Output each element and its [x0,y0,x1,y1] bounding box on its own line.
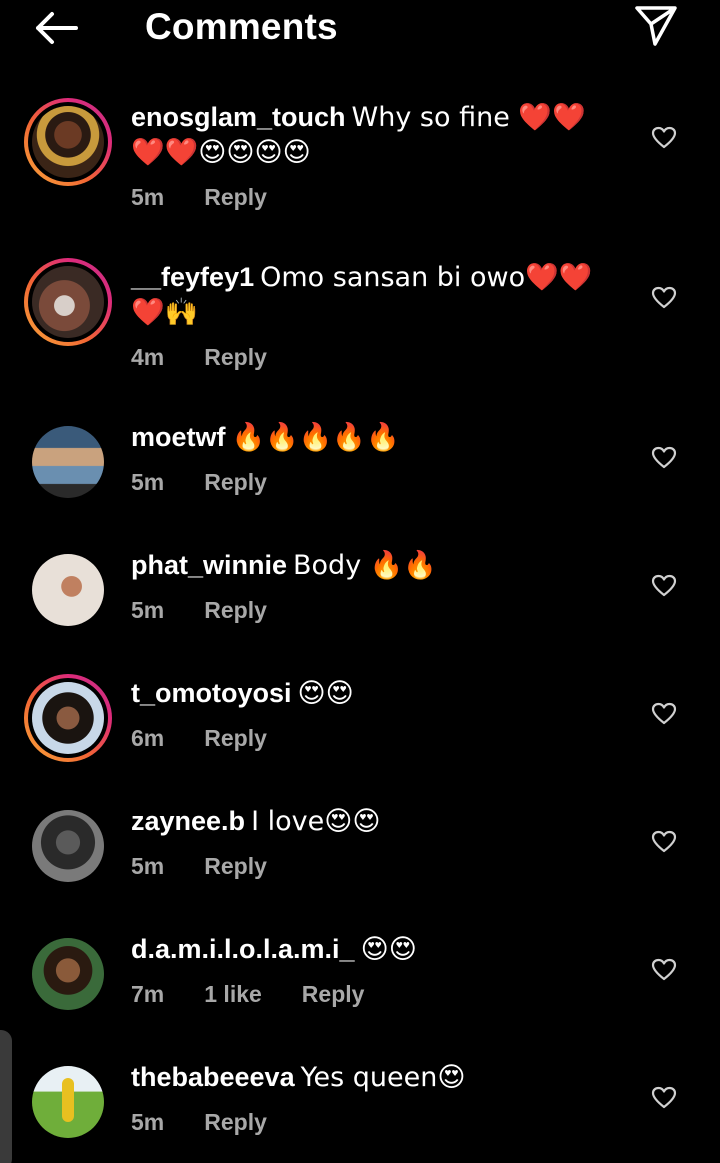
avatar [32,266,104,338]
comment-text: t_omotoyosi 😍😍 [131,676,611,711]
heart-outline-icon [651,574,677,597]
comment-meta: 5m Reply [131,1109,611,1136]
comment-text: thebabeeeva Yes queen😍 [131,1060,611,1095]
back-button[interactable] [28,6,84,50]
avatar [32,682,104,754]
avatar [32,106,104,178]
heart-outline-icon [651,830,677,853]
comment-time: 7m [131,981,165,1007]
comment-meta: 5m Reply [131,853,611,880]
heart-outline-icon [651,958,677,981]
comment-time: 5m [131,184,165,210]
comment-meta: 6m Reply [131,725,611,752]
reply-button[interactable]: Reply [204,184,267,211]
edge-swipe-handle[interactable] [0,1030,12,1163]
like-button[interactable] [648,442,680,474]
heart-outline-icon [651,126,677,149]
avatar-wrapper[interactable] [24,1058,112,1146]
comment-time: 5m [131,1109,165,1135]
comment-time: 5m [131,853,165,879]
share-button[interactable] [628,2,684,50]
avatar [32,810,104,882]
comment-message: 😍😍 [297,678,354,709]
comment-message: Yes queen😍 [300,1062,466,1093]
comment-meta: 4m Reply [131,344,611,371]
comment-username[interactable]: enosglam_touch [131,102,346,132]
page-title: Comments [145,6,338,47]
comment-username[interactable]: zaynee.b [131,806,245,836]
reply-button[interactable]: Reply [204,1109,267,1136]
reply-button[interactable]: Reply [204,344,267,371]
comment-text: d.a.m.i.l.o.l.a.m.i_ 😍😍 [131,932,611,967]
comment-username[interactable]: d.a.m.i.l.o.l.a.m.i_ [131,934,355,964]
comment-message: Body 🔥🔥 [293,550,437,581]
like-button[interactable] [648,1082,680,1114]
heart-outline-icon [651,286,677,309]
avatar-wrapper[interactable] [24,930,112,1018]
avatar-wrapper[interactable] [24,802,112,890]
comment-text: moetwf 🔥🔥🔥🔥🔥 [131,420,611,455]
like-button[interactable] [648,122,680,154]
comment-time: 5m [131,469,165,495]
avatar [32,426,104,498]
comment-message: 😍😍 [360,934,417,965]
comment-username[interactable]: phat_winnie [131,550,287,580]
comment-text: __feyfey1 Omo sansan bi owo❤️❤️❤️🙌 [131,260,611,330]
arrow-left-icon [36,12,78,44]
avatar-story-ring[interactable] [24,98,112,186]
avatar [32,554,104,626]
comment-username[interactable]: t_omotoyosi [131,678,292,708]
reply-button[interactable]: Reply [204,597,267,624]
comment-text: enosglam_touch Why so fine ❤️❤️❤️❤️😍😍😍😍 [131,100,611,170]
avatar-wrapper[interactable] [24,418,112,506]
like-button[interactable] [648,570,680,602]
comment-time: 5m [131,597,165,623]
reply-button[interactable]: Reply [204,853,267,880]
avatar [32,1066,104,1138]
avatar-wrapper[interactable] [24,546,112,634]
paper-plane-icon [635,6,677,46]
reply-button[interactable]: Reply [204,469,267,496]
reply-button[interactable]: Reply [302,981,365,1008]
like-button[interactable] [648,282,680,314]
avatar [32,938,104,1010]
heart-outline-icon [651,1086,677,1109]
like-button[interactable] [648,698,680,730]
comment-like-count[interactable]: 1 like [204,981,262,1008]
comment-username[interactable]: thebabeeeva [131,1062,295,1092]
comment-time: 6m [131,725,165,751]
comment-meta: 5m Reply [131,469,611,496]
comment-message: I love😍😍 [251,806,381,837]
comment-meta: 5m Reply [131,597,611,624]
comment-message: 🔥🔥🔥🔥🔥 [231,422,400,453]
avatar-story-ring[interactable] [24,674,112,762]
like-button[interactable] [648,954,680,986]
comment-username[interactable]: __feyfey1 [131,262,254,292]
avatar-story-ring[interactable] [24,258,112,346]
heart-outline-icon [651,446,677,469]
comments-screen: Comments enosglam_touch Why so fine ❤️❤️❤… [0,0,720,1163]
comment-meta: 5m Reply [131,184,611,211]
like-button[interactable] [648,826,680,858]
comment-text: zaynee.b I love😍😍 [131,804,611,839]
heart-outline-icon [651,702,677,725]
reply-button[interactable]: Reply [204,725,267,752]
comment-username[interactable]: moetwf [131,422,226,452]
comment-time: 4m [131,344,165,370]
comment-meta: 7m 1 like Reply [131,981,611,1008]
comment-text: phat_winnie Body 🔥🔥 [131,548,611,583]
header: Comments [0,0,720,56]
